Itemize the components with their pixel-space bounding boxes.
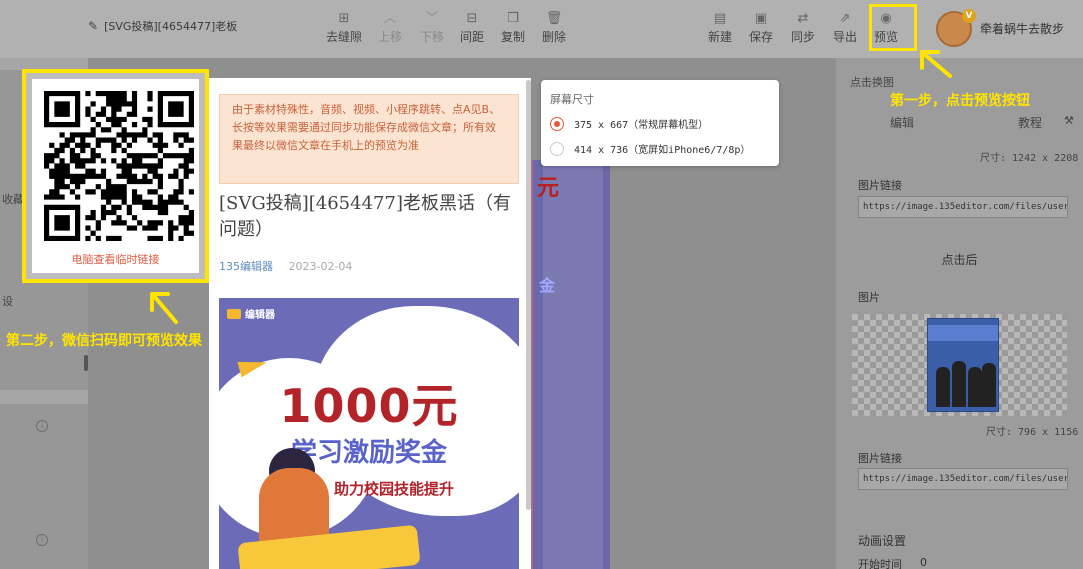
chevron-up-icon: ︿	[383, 11, 397, 26]
edit-pen-icon: ✎	[88, 19, 99, 33]
poster-headline: 1000元	[279, 379, 459, 433]
poster-brand-text: 编辑器	[245, 310, 275, 321]
document-title-text: [SVG投稿][4654477]老板	[104, 20, 238, 33]
poster-subheadline: 学习激励奖金	[290, 438, 447, 468]
document-title[interactable]: ✎ [SVG投稿][4654477]老板	[88, 18, 237, 34]
file-icon: ▤	[713, 11, 727, 26]
tb-up-button[interactable]: ︿ 上移	[368, 10, 412, 45]
info-icon[interactable]: i	[36, 534, 48, 546]
notice-banner: 由于素材特殊性，音频、视频、小程序跳转、点A见B、长按等效果需要通过同步功能保存…	[219, 94, 519, 184]
canvas-text: 金	[539, 276, 556, 295]
screen-size-popover: 屏幕尺寸 375 x 667（常规屏幕机型） 414 x 736（宽屏如iPho…	[541, 80, 779, 166]
left-panel-scrollbar[interactable]	[84, 355, 88, 371]
tb-delete-button-label: 删除	[541, 30, 566, 44]
image-link-input[interactable]: https://image.135editor.com/files/users/	[858, 468, 1068, 490]
save-icon: ▣	[754, 11, 768, 26]
tb-save-button[interactable]: ▣ 保存	[739, 10, 783, 45]
left-panel-setting[interactable]: 设	[2, 293, 13, 309]
step1-annotation: 第一步，点击预览按钮	[890, 93, 1030, 109]
article-preview: 由于素材特殊性，音频、视频、小程序跳转、点A见B、长按等效果需要通过同步功能保存…	[209, 78, 531, 569]
image-thumbnail	[927, 318, 999, 412]
left-panel-strip	[0, 390, 88, 404]
copy-icon: ❐	[507, 11, 519, 26]
tb-tailor-button[interactable]: ⊞ 去缝隙	[322, 10, 366, 45]
article-title: [SVG投稿][4654477]老板黑话（有问题）	[219, 193, 511, 240]
tb-export-button[interactable]: ⇗ 导出	[823, 10, 867, 45]
start-time-label: 开始时间	[858, 558, 902, 569]
tb-save-button-label: 保存	[748, 30, 773, 44]
preview-scrollbar[interactable]	[526, 80, 531, 510]
animation-settings-heading: 动画设置	[858, 534, 907, 548]
grid-icon: ⊞	[338, 11, 350, 26]
article-author[interactable]: 135编辑器	[219, 260, 273, 273]
image-link-label: 图片链接	[858, 179, 902, 192]
right-panel-tabs: 编辑 教程 ⚒	[836, 110, 1083, 132]
tb-new-button[interactable]: ▤ 新建	[698, 10, 742, 45]
right-panel-header: 点击换图	[850, 76, 894, 89]
radio-icon[interactable]	[550, 141, 564, 156]
arrow-icon	[920, 50, 952, 78]
image-size-top: 尺寸: 1242 x 2208	[980, 153, 1079, 164]
screen-size-option[interactable]: 375 x 667（常规屏幕机型）	[550, 116, 708, 131]
username[interactable]: 牵着蜗牛去散步	[980, 20, 1064, 37]
after-click-image[interactable]	[852, 314, 1067, 416]
preview-button-highlight	[869, 4, 917, 51]
radio-selected-icon[interactable]	[550, 116, 564, 131]
tb-spacing-button-label: 间距	[459, 30, 484, 44]
tb-down-button-label: 下移	[419, 30, 444, 44]
qr-caption-link[interactable]: 电脑查看临时链接	[32, 251, 199, 267]
image-label: 图片	[858, 291, 880, 304]
qr-code[interactable]	[44, 91, 194, 241]
screen-size-option[interactable]: 414 x 736（宽屏如iPhone6/7/8p）	[550, 141, 750, 156]
info-icon[interactable]: i	[36, 420, 48, 432]
poster-brand: 编辑器	[227, 306, 275, 321]
chevron-down-icon: ﹀	[425, 11, 439, 26]
tb-export-button-label: 导出	[832, 30, 857, 44]
tb-copy-button[interactable]: ❐ 复制	[491, 10, 535, 45]
tb-sync-button-label: 同步	[790, 30, 815, 44]
tab-edit[interactable]: 编辑	[890, 114, 914, 131]
image-link-label: 图片链接	[858, 452, 902, 465]
tb-copy-button-label: 复制	[500, 30, 525, 44]
step2-annotation: 第二步，微信扫码即可预览效果	[6, 333, 202, 349]
vip-badge: V	[962, 9, 976, 23]
image-link-input[interactable]: https://image.135editor.com/files/users/	[858, 196, 1068, 218]
export-icon: ⇗	[839, 11, 851, 26]
right-panel: 点击换图 编辑 教程 ⚒ 尺寸: 1242 x 2208 图片链接 https:…	[836, 58, 1083, 569]
canvas-text: 元	[537, 176, 560, 201]
start-time-input[interactable]: 0	[920, 556, 927, 569]
tb-new-button-label: 新建	[707, 30, 732, 44]
tb-down-button[interactable]: ﹀ 下移	[410, 10, 454, 45]
tb-sync-button[interactable]: ⇄ 同步	[781, 10, 825, 45]
left-panel-favorite[interactable]: 收藏	[2, 191, 24, 207]
poster-image: 编辑器 1000元 学习激励奖金 助力校园技能提升	[219, 298, 519, 569]
tb-delete-button[interactable]: 🗑 删除	[532, 10, 576, 45]
editor-canvas[interactable]: 元 金	[530, 160, 610, 569]
article-meta: 135编辑器 2023-02-04	[219, 258, 352, 274]
screen-size-title: 屏幕尺寸	[550, 93, 594, 106]
qr-card: 电脑查看临时链接	[32, 79, 199, 273]
qr-highlight-frame: 电脑查看临时链接	[22, 69, 209, 283]
arrow-icon	[150, 292, 178, 324]
hammer-icon[interactable]: ⚒	[1064, 114, 1074, 127]
sync-icon: ⇄	[797, 11, 809, 26]
tab-tutorial[interactable]: 教程	[1018, 114, 1042, 131]
image-size-bottom: 尺寸: 796 x 1156	[986, 427, 1079, 438]
trash-icon: 🗑	[545, 11, 563, 26]
tb-up-button-label: 上移	[377, 30, 402, 44]
tb-tailor-button-label: 去缝隙	[325, 30, 362, 44]
canvas-shape	[543, 160, 603, 569]
tb-spacing-button[interactable]: ⊟ 间距	[450, 10, 494, 45]
article-date: 2023-02-04	[288, 260, 353, 273]
after-click-heading: 点击后	[941, 253, 978, 267]
brand-logo-icon	[227, 308, 241, 319]
poster-tagline: 助力校园技能提升	[334, 480, 455, 498]
avatar[interactable]: V	[936, 9, 976, 47]
spacing-icon: ⊟	[466, 11, 478, 26]
